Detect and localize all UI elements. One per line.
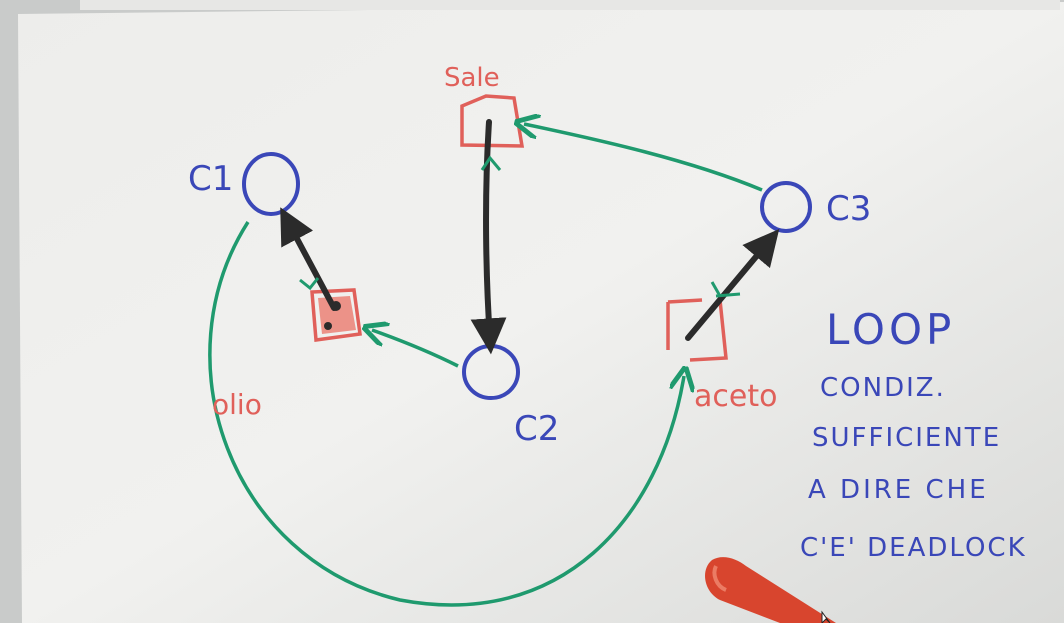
note-line-5: C'E' DEADLOCK bbox=[800, 533, 1027, 563]
note-line-4: A DIRE CHE bbox=[808, 475, 989, 505]
whiteboard-photo: C1 C2 C3 Sale olio aceto LOOP CONDIZ. SU… bbox=[0, 0, 1064, 623]
label-sale: Sale bbox=[444, 63, 500, 93]
label-c2: C2 bbox=[514, 409, 559, 449]
label-olio: olio bbox=[212, 388, 262, 421]
label-c3: C3 bbox=[826, 189, 871, 229]
note-line-3: SUFFICIENTE bbox=[812, 423, 1001, 453]
deadlock-resource-graph: C1 C2 C3 Sale olio aceto LOOP CONDIZ. SU… bbox=[0, 0, 1064, 623]
top-edge-strip bbox=[80, 0, 1060, 10]
note-line-2: CONDIZ. bbox=[820, 373, 946, 403]
label-aceto: aceto bbox=[694, 379, 777, 414]
note-line-1: LOOP bbox=[826, 305, 955, 354]
label-c1: C1 bbox=[188, 159, 233, 199]
